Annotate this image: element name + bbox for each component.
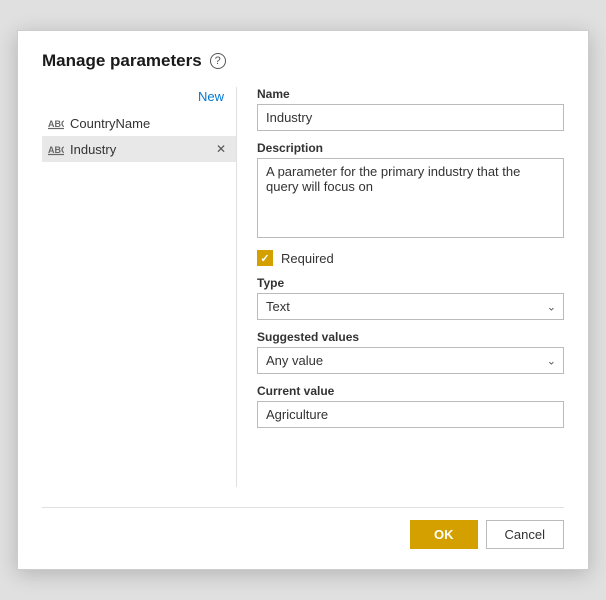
current-value-label: Current value xyxy=(257,384,564,398)
help-icon[interactable]: ? xyxy=(210,53,226,69)
type-select[interactable]: Text Number Date Date/Time Duration Bina… xyxy=(257,293,564,320)
required-checkbox[interactable]: ✓ xyxy=(257,250,273,266)
dialog-header: Manage parameters ? xyxy=(42,51,564,71)
checkmark-icon: ✓ xyxy=(260,252,269,265)
param-label: Industry xyxy=(70,142,208,157)
name-label: Name xyxy=(257,87,564,101)
cancel-button[interactable]: Cancel xyxy=(486,520,564,549)
name-input[interactable] xyxy=(257,104,564,131)
manage-parameters-dialog: Manage parameters ? New ABC CountryName xyxy=(17,30,589,570)
required-row: ✓ Required xyxy=(257,250,564,266)
suggested-values-field-group: Suggested values Any value List of value… xyxy=(257,330,564,374)
new-button-row: New xyxy=(42,87,236,106)
suggested-values-select-wrapper: Any value List of values Query ⌄ xyxy=(257,347,564,374)
type-label: Type xyxy=(257,276,564,290)
list-item[interactable]: ABC Industry ✕ xyxy=(42,136,236,162)
svg-text:ABC: ABC xyxy=(48,145,64,155)
dialog-title: Manage parameters xyxy=(42,51,202,71)
suggested-values-label: Suggested values xyxy=(257,330,564,344)
param-type-icon: ABC xyxy=(48,141,64,157)
current-value-input[interactable] xyxy=(257,401,564,428)
type-field-group: Type Text Number Date Date/Time Duration… xyxy=(257,276,564,320)
name-field-group: Name xyxy=(257,87,564,131)
type-select-wrapper: Text Number Date Date/Time Duration Bina… xyxy=(257,293,564,320)
new-button[interactable]: New xyxy=(194,87,228,106)
description-field-group: Description A parameter for the primary … xyxy=(257,141,564,238)
param-type-icon: ABC xyxy=(48,115,64,131)
param-list: ABC CountryName ABC Industry ✕ xyxy=(42,110,236,162)
right-panel: Name Description A parameter for the pri… xyxy=(237,87,564,487)
svg-text:ABC: ABC xyxy=(48,119,64,129)
close-icon[interactable]: ✕ xyxy=(214,142,228,156)
param-label: CountryName xyxy=(70,116,228,131)
left-panel: New ABC CountryName ABC xyxy=(42,87,237,487)
dialog-footer: OK Cancel xyxy=(42,507,564,549)
description-label: Description xyxy=(257,141,564,155)
suggested-values-select[interactable]: Any value List of values Query xyxy=(257,347,564,374)
ok-button[interactable]: OK xyxy=(410,520,478,549)
list-item[interactable]: ABC CountryName xyxy=(42,110,236,136)
current-value-field-group: Current value xyxy=(257,384,564,428)
description-input[interactable]: A parameter for the primary industry tha… xyxy=(257,158,564,238)
dialog-body: New ABC CountryName ABC xyxy=(42,87,564,487)
required-label: Required xyxy=(281,251,334,266)
